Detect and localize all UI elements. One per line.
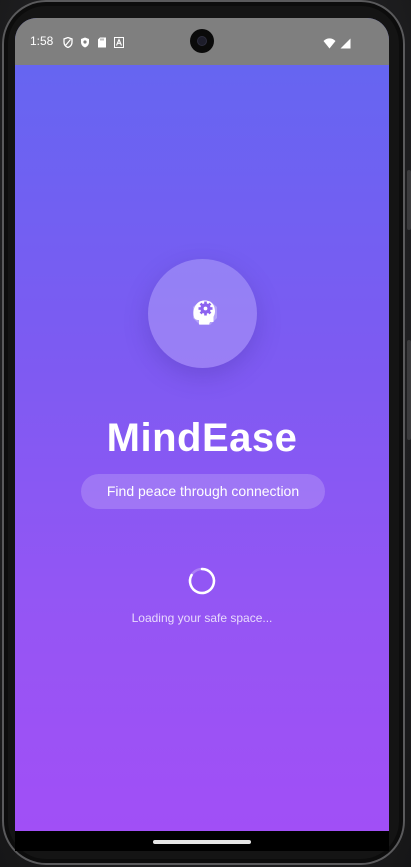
status-right-icons [323,36,351,54]
front-camera [190,29,214,53]
status-time: 1:58 [30,34,54,48]
loading-text: Loading your safe space... [131,611,273,625]
device-frame: 1:58 MindEase Find peace through connect… [0,0,411,867]
loading-spinner-icon [188,567,216,595]
volume-button [407,170,411,230]
app-title: MindEase [106,416,298,460]
app-screen: 1:58 MindEase Find peace through connect… [15,18,389,831]
sd-card-icon [97,35,107,48]
font-icon [114,35,124,48]
power-button [407,340,411,440]
vpn-shield-icon [80,35,90,48]
home-gesture-handle[interactable] [153,840,251,844]
status-bar: 1:58 [15,18,389,65]
shield-icon [63,35,73,49]
head-gear-icon [193,300,217,325]
signal-icon [340,36,351,54]
status-left-icons [63,35,124,49]
wifi-icon [323,36,336,54]
tagline-pill: Find peace through connection [81,474,325,509]
app-logo [148,259,257,368]
